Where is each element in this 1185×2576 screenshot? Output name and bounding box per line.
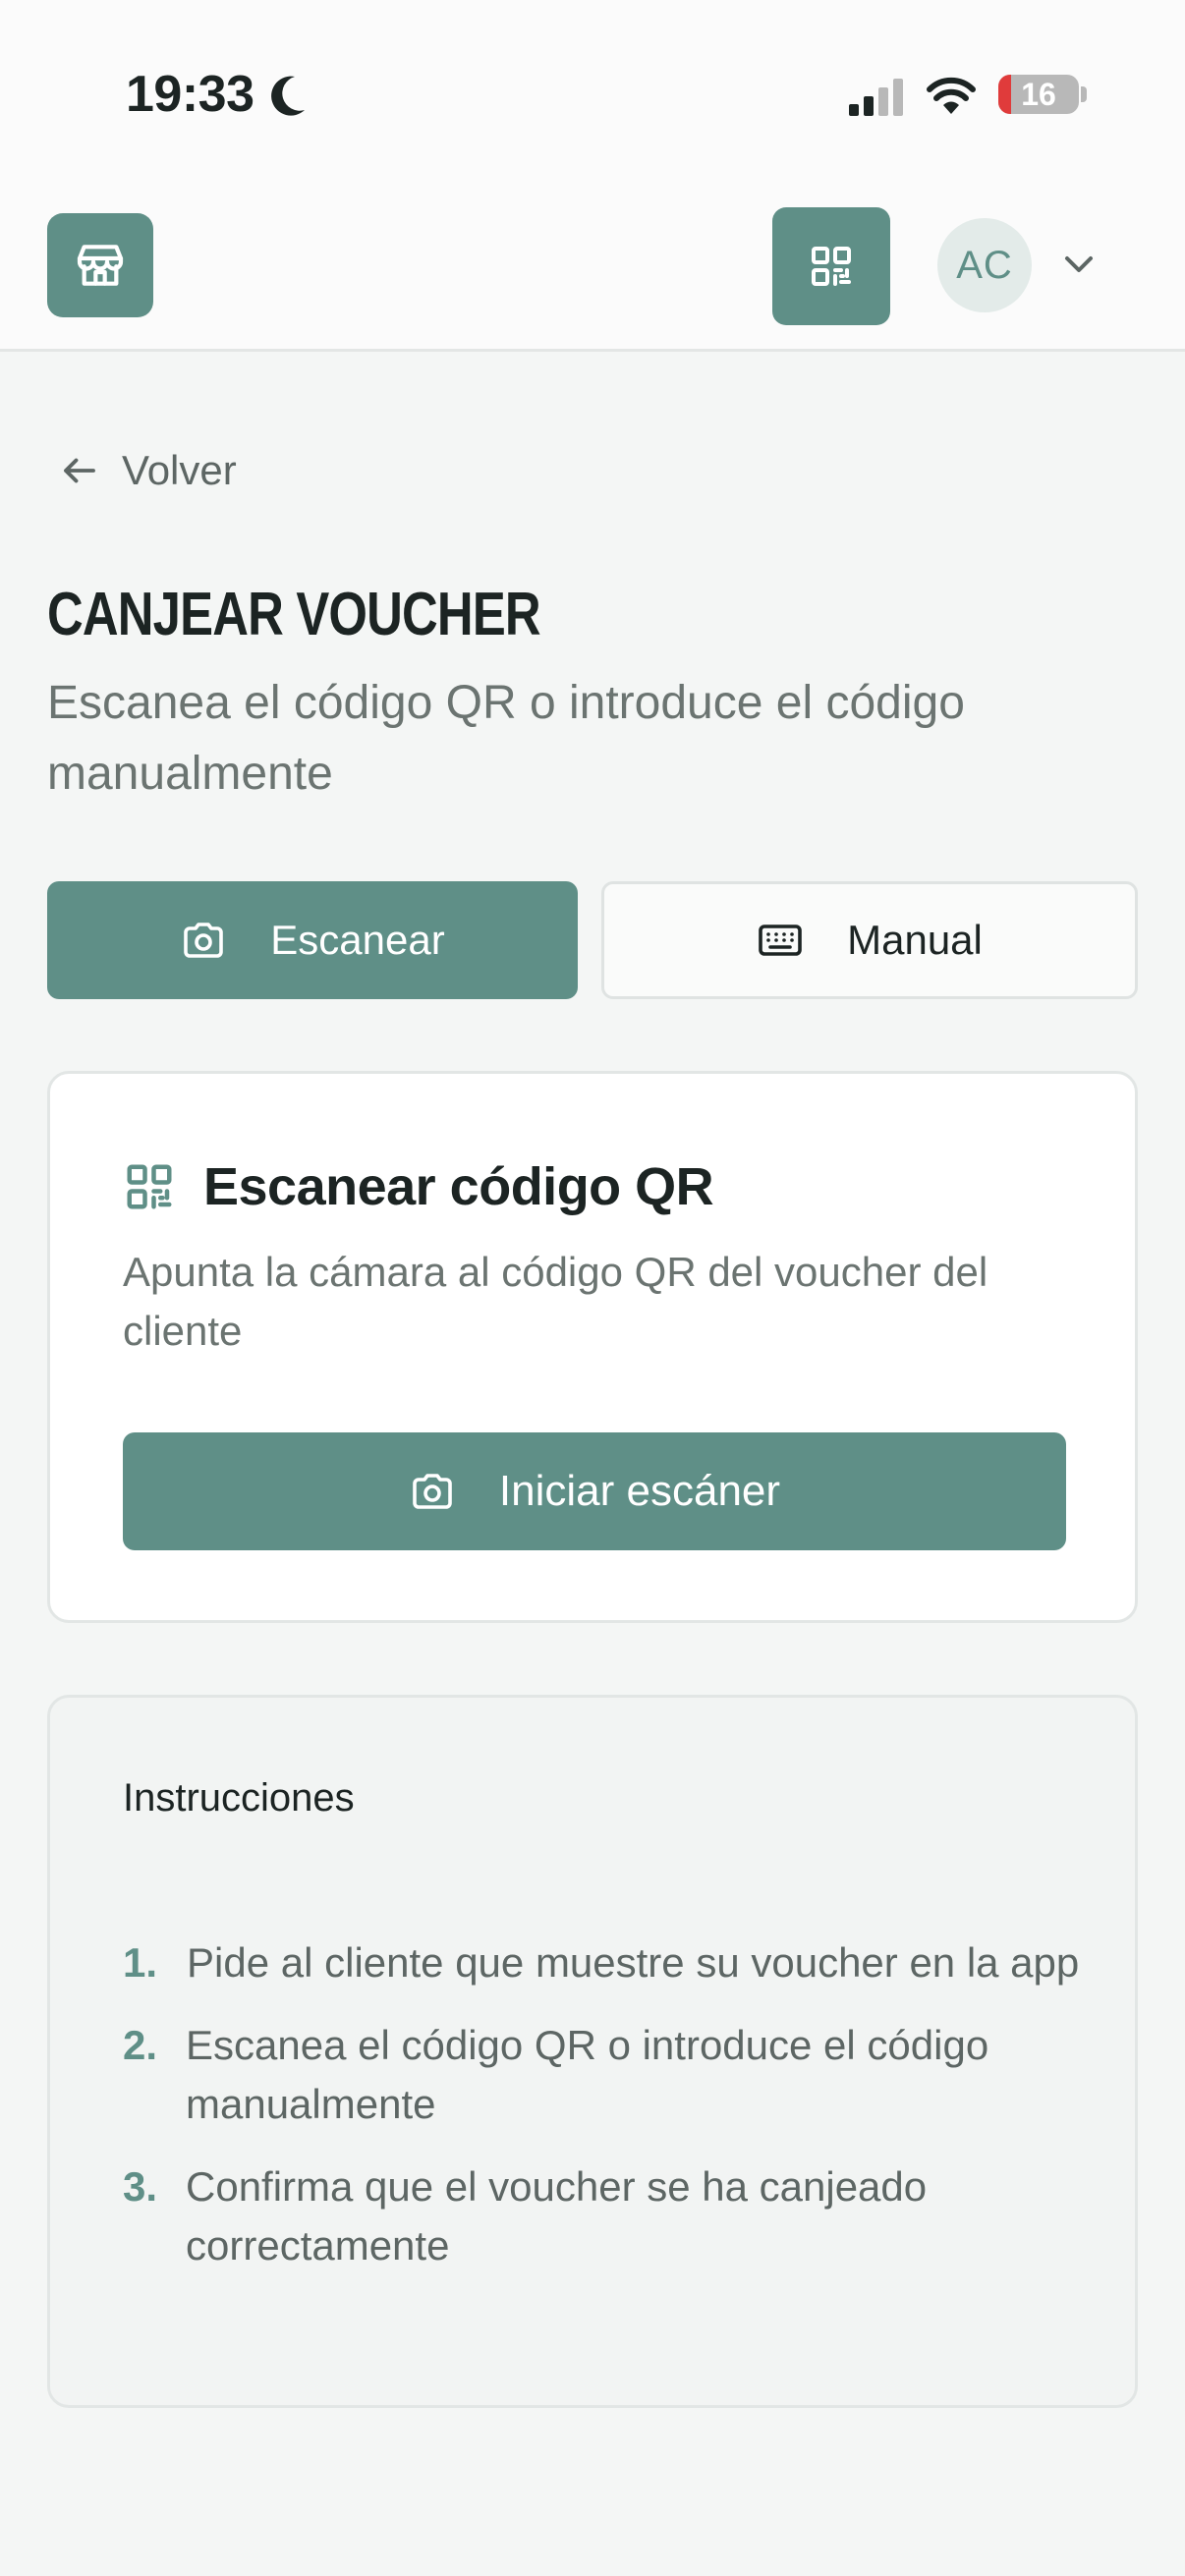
status-bar: 19:33 16: [0, 0, 1185, 192]
step-number: 1.: [123, 1939, 158, 1986]
status-time: 19:33: [126, 66, 254, 123]
back-link[interactable]: Volver: [59, 447, 237, 494]
scan-card-title: Escanear código QR: [203, 1157, 714, 1216]
camera-icon: [413, 1474, 452, 1509]
store-button[interactable]: [47, 213, 153, 317]
step-text: Pide al cliente que muestre su voucher e…: [187, 1939, 1080, 1986]
list-item: 1. Pide al cliente que muestre su vouche…: [123, 1933, 1086, 1992]
qr-scan-button[interactable]: [772, 207, 890, 325]
step-number: 2.: [123, 2022, 158, 2068]
wifi-icon: [927, 77, 976, 114]
battery-indicator: 16: [998, 75, 1079, 114]
moon-icon: [271, 76, 305, 116]
cellular-signal-icon: [849, 79, 903, 116]
chevron-down-icon[interactable]: [1061, 251, 1097, 278]
scan-card-description: Apunta la cámara al código QR del vouche…: [123, 1249, 988, 1354]
store-icon: [77, 245, 124, 286]
keyboard-icon: [759, 924, 802, 956]
start-scanner-button[interactable]: Iniciar escáner: [123, 1432, 1066, 1550]
scan-mode-label: Escanear: [270, 917, 445, 963]
step-number: 3.: [123, 2163, 158, 2210]
page-title: CANJEAR VOUCHER: [47, 581, 541, 648]
list-item: 2. Escanea el código QR o introduce el c…: [123, 2016, 1086, 2134]
camera-icon: [184, 923, 224, 958]
back-link-label: Volver: [122, 447, 237, 493]
instructions-list: 1. Pide al cliente que muestre su vouche…: [123, 1933, 1086, 2299]
step-text: Confirma que el voucher se ha canjeado c…: [186, 2163, 928, 2268]
app-header: AC: [0, 192, 1185, 352]
step-text: Escanea el código QR o introduce el códi…: [186, 2022, 989, 2127]
instructions-card: Instrucciones 1. Pide al cliente que mue…: [47, 1695, 1138, 2408]
battery-tip: [1081, 86, 1087, 102]
qr-code-icon: [812, 247, 851, 286]
manual-mode-button[interactable]: Manual: [601, 881, 1138, 999]
page-subtitle: Escanea el código QR o introduce el códi…: [47, 677, 965, 800]
scan-mode-button[interactable]: Escanear: [47, 881, 578, 999]
qr-code-icon: [127, 1164, 172, 1209]
start-scanner-label: Iniciar escáner: [498, 1467, 781, 1515]
avatar[interactable]: AC: [937, 218, 1032, 312]
manual-mode-label: Manual: [847, 917, 983, 963]
instructions-title: Instrucciones: [123, 1776, 355, 1820]
scan-card: Escanear código QR Apunta la cámara al c…: [47, 1071, 1138, 1623]
arrow-left-icon: [64, 458, 95, 483]
battery-level: 16: [1021, 77, 1056, 112]
list-item: 3. Confirma que el voucher se ha canjead…: [123, 2157, 1086, 2275]
scan-card-header: Escanear código QR: [123, 1156, 714, 1217]
